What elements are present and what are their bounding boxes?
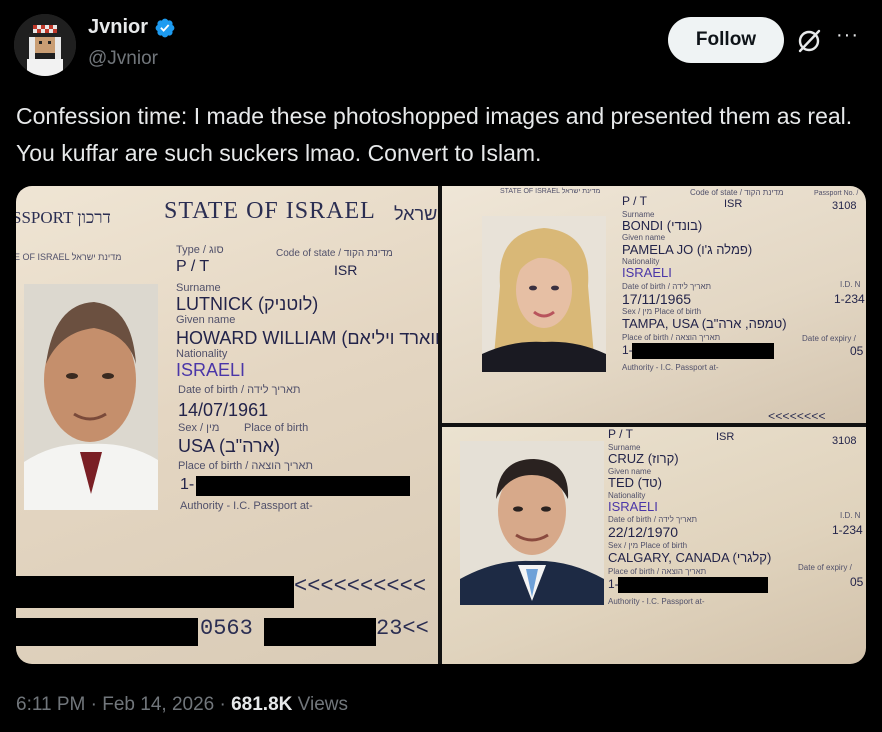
redaction-bar [618,577,768,593]
views-count: 681.8K [231,694,293,715]
given-label: Given name [622,233,666,242]
dob-value: 22/12/1970 [608,524,679,540]
type-label: Type / סוג [176,244,224,256]
redaction-bar [16,576,294,608]
id-value: 1-234 [832,523,863,537]
authority-label: Authority - I.C. Passport at- [180,500,313,512]
pob-label: Place of birth [244,422,309,434]
follow-button[interactable]: Follow [668,17,784,63]
place-issue-label: Place of birth / תאריך הוצאה [608,567,707,576]
code-value: ISR [334,262,358,278]
small-state-label: E OF ISRAEL מדינת ישראל [16,252,122,262]
views-label: Views [292,694,349,715]
dob-label: Date of birth / תאריך לידה [608,515,698,524]
dob-label: Date of birth / תאריך לידה [178,384,301,396]
authority-label: Authority - I.C. Passport at- [608,597,705,606]
surname-value: CRUZ (קרוז) [608,451,679,466]
tweet-timestamp[interactable]: 6:11 PM · Feb 14, 2026 · [16,694,231,715]
given-value: PAMELA JO (פמלה ג'ו) [622,242,753,257]
pob-value: TAMPA, USA (טמפה, ארה"ב) [622,316,787,331]
passport-photo-lutnick [24,284,158,510]
state-header-hebrew: מדינת ישראל [394,204,438,224]
id-label: I.D. N [840,511,861,520]
display-name[interactable]: Jvnior [88,16,148,39]
sex-label: Sex / מין Place of birth [622,307,702,316]
mrz-fragment: <<<<<<<< [768,410,826,423]
redaction-bar [264,618,376,646]
state-small-label: STATE OF ISRAEL מדינת ישראל [500,188,601,195]
id-label: I.D. N [840,280,861,289]
expiry-value: 05 [850,344,864,358]
passport-image-lutnick[interactable]: SSPORT דרכון STATE OF ISRAEL מדינת ישראל… [16,186,438,664]
surname-label: Surname [176,282,221,294]
code-value: ISR [724,198,743,210]
dob-label: Date of birth / תאריך לידה [622,282,712,291]
dob-value: 14/07/1961 [178,400,269,420]
dob-value: 17/11/1965 [622,291,692,307]
pixel-avatar-icon [14,14,76,76]
sex-label: Sex / מין Place of birth [608,541,688,550]
pob-value: CALGARY, CANADA (קלגרי) [608,550,772,565]
nationality-value: ISRAELI [608,499,658,514]
tweet-text: Confession time: I made these photoshopp… [16,103,853,166]
code-value: ISR [716,431,735,443]
passport-image-bondi[interactable]: STATE OF ISRAEL מדינת ישראל P / T Code o… [442,186,866,423]
grok-icon[interactable] [794,26,824,56]
nationality-value: ISRAELI [622,265,672,280]
avatar[interactable] [14,14,76,76]
surname-value: LUTNICK (לוטניק) [176,294,319,314]
place-issue-label: Place of birth / תאריך הוצאה [178,460,314,472]
passport-no-value: 3108 [832,435,857,447]
type-value: P / T [622,194,647,208]
authority-label: Authority - I.C. Passport at- [622,363,719,372]
issue-prefix: 1- [180,476,195,493]
expiry-value: 05 [850,575,864,589]
passport-no-label: Passport No. / [814,190,859,197]
mrz-line-1: <<<<<<<<<< [294,574,427,599]
mrz-line-2b: 23<< [376,616,429,641]
tweet-media[interactable]: SSPORT דרכון STATE OF ISRAEL מדינת ישראל… [16,186,866,664]
mrz-line-2a: 0563 [200,616,253,641]
more-options-icon[interactable]: ··· [836,24,859,47]
type-value: P / T [608,427,633,441]
passport-photo-bondi [482,216,606,372]
tweet-meta: 6:11 PM · Feb 14, 2026 · 681.8K Views [16,694,348,716]
verified-badge-icon [155,18,175,37]
type-value: P / T [176,258,210,275]
given-label: Given name [176,314,236,326]
pob-value: USA (ארה"ב) [178,436,280,456]
state-header: STATE OF ISRAEL [164,198,376,224]
code-label: Code of state / מדינת הקוד [276,248,393,259]
passport-no-value: 3108 [832,200,857,212]
surname-value: BONDI (בונדי) [622,218,703,233]
id-value: 1-234 [834,292,865,306]
place-issue-label: Place of birth / תאריך הוצאה [622,333,721,342]
code-label: Code of state / מדינת הקוד [690,188,784,197]
redaction-bar [632,343,774,359]
redaction-bar [196,476,410,496]
passport-word: SSPORT דרכון [16,208,111,227]
passport-photo-cruz [460,441,604,605]
given-value: HOWARD WILLIAM (הווארד ויליאם) [176,328,438,348]
nationality-value: ISRAELI [176,360,246,380]
redaction-bar [16,618,198,646]
expiry-label: Date of expiry / [802,334,856,343]
passport-image-cruz[interactable]: P / T ISR 3108 Surname CRUZ (קרוז) Given… [442,427,866,664]
user-handle[interactable]: @Jvnior [88,48,158,70]
sex-label: Sex / מין [178,422,220,434]
given-value: TED (טד) [608,475,662,490]
nationality-label: Nationality [176,348,228,360]
expiry-label: Date of expiry / [798,563,852,572]
